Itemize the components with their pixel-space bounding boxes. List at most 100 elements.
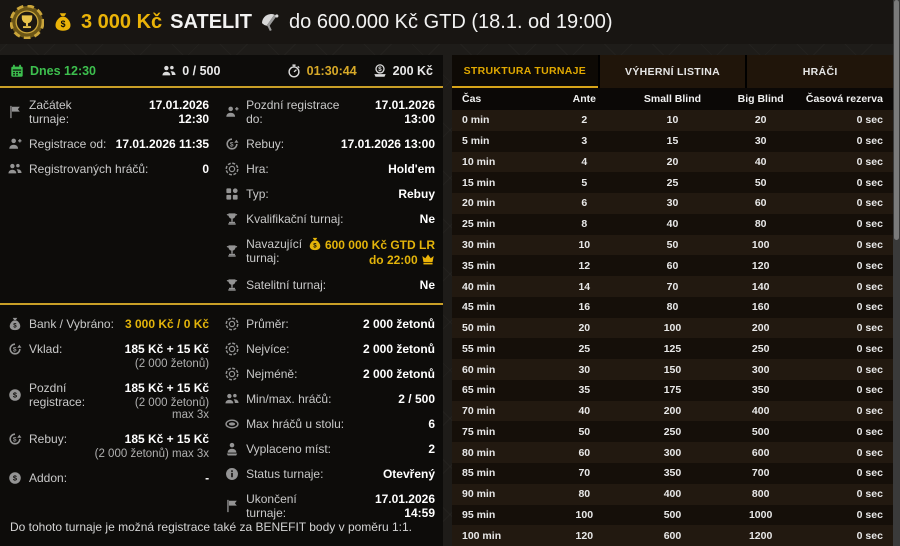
table-row: 25 min 8 40 80 0 sec	[452, 213, 893, 235]
table-cell: 40 min	[462, 280, 496, 293]
info-label: Hra:	[246, 162, 269, 176]
table-cell: 6	[581, 197, 588, 210]
table-row: 15 min 5 25 50 0 sec	[452, 172, 893, 194]
info-label: Vyplaceno míst:	[246, 442, 331, 456]
vertical-scrollbar[interactable]	[893, 0, 900, 546]
trophy-icon	[225, 278, 239, 292]
info-value: 6	[428, 417, 435, 431]
info-label: Typ:	[246, 187, 269, 201]
table-cell: 2	[581, 114, 588, 127]
info-row-game: Hra: Hold'em	[225, 156, 435, 181]
scrollbar-thumb[interactable]	[894, 0, 899, 240]
table-cell: 0 sec	[856, 425, 883, 438]
info-row-late-reg-until: Pozdní registrace do: 17.01.2026 13:00	[225, 92, 435, 131]
tab-structure[interactable]: STRUKTURA TURNAJE	[452, 55, 598, 88]
table-cell: 40	[754, 155, 767, 168]
user-icon	[225, 105, 239, 119]
info-row-min: Nejméně: 2 000 žetonů	[225, 361, 435, 386]
table-cell: 4	[581, 155, 588, 168]
info-row-rebuy-until: Rebuy: 17.01.2026 13:00	[225, 131, 435, 156]
info-value: 17.01.2026 12:30	[149, 98, 210, 126]
info-label: Navazující turnaj:	[246, 237, 303, 265]
table-cell: 60	[666, 259, 679, 272]
coin-icon	[8, 471, 22, 485]
coin-icon	[8, 388, 22, 402]
table-icon	[225, 417, 239, 431]
tab-bar: STRUKTURA TURNAJE VÝHERNÍ LISTINA HRÁČI	[452, 55, 894, 88]
summary-date: Dnes 12:30	[10, 64, 96, 78]
benefit-note: Do tohoto turnaje je možná registrace ta…	[10, 520, 412, 534]
table-cell: 0 sec	[856, 384, 883, 397]
info-label: Max hráčů u stolu:	[246, 417, 345, 431]
table-row: 60 min 30 150 300 0 sec	[452, 359, 893, 380]
table-cell: 25	[666, 176, 679, 189]
table-cell: 0 sec	[856, 446, 883, 459]
table-cell: 20	[666, 155, 679, 168]
table-cell: 95 min	[462, 508, 496, 521]
summary-timer: 01:30:44	[287, 63, 357, 78]
info-subvalue: (2 000 žetonů)	[134, 358, 210, 370]
info-label: Průměr:	[246, 317, 289, 331]
info-label: Satelitní turnaj:	[246, 278, 327, 292]
users-icon	[225, 392, 239, 406]
money-bag-icon	[8, 317, 22, 331]
table-cell: 20	[754, 114, 767, 127]
table-cell: 40	[666, 218, 679, 231]
table-cell: 60	[754, 197, 767, 210]
table-cell: 400	[663, 488, 682, 501]
table-cell: 10 min	[462, 155, 496, 168]
table-cell: 55 min	[462, 342, 496, 355]
info-label: Pozdní registrace do:	[246, 98, 340, 126]
table-row: 20 min 6 30 60 0 sec	[452, 193, 893, 214]
rebuy-icon	[8, 342, 22, 356]
table-cell: 100 min	[462, 529, 502, 542]
table-cell: 0 min	[462, 114, 490, 127]
registration-section: Začátek turnaje: 17.01.2026 12:30 Regist…	[0, 88, 443, 299]
table-cell: 20 min	[462, 197, 496, 210]
table-cell: 250	[751, 342, 770, 355]
info-row-table-max: Max hráčů u stolu: 6	[225, 411, 435, 436]
table-row: 95 min 100 500 1000 0 sec	[452, 504, 893, 526]
info-value: -	[205, 471, 210, 485]
tab-players[interactable]: HRÁČI	[747, 55, 894, 88]
table-cell: 40	[578, 405, 591, 418]
table-cell: 0 sec	[856, 259, 883, 272]
crown-icon	[421, 252, 435, 266]
table-cell: 600	[663, 529, 682, 542]
table-cell: 400	[751, 405, 770, 418]
info-label: Pozdní registrace:	[29, 381, 86, 409]
money-bag-icon	[308, 237, 322, 251]
info-value: Otevřený	[382, 467, 435, 481]
table-cell: 300	[751, 363, 770, 376]
table-cell: 0 sec	[856, 342, 883, 355]
table-cell: 0 sec	[856, 135, 883, 148]
table-cell: 10	[666, 114, 679, 127]
info-row-avg: Průměr: 2 000 žetonů	[225, 311, 435, 336]
page-title: 3 000 Kč SATELIT do 600.000 Kč GTD (18.1…	[53, 11, 613, 34]
table-cell: 0 sec	[856, 467, 883, 480]
table-cell: 1200	[748, 529, 773, 542]
title-rest: do 600.000 Kč GTD (18.1. od 19:00)	[289, 10, 613, 33]
table-cell: 0 sec	[856, 218, 883, 231]
info-value: Ne	[419, 278, 435, 292]
summary-date-value: Dnes 12:30	[30, 63, 97, 78]
gold-divider	[0, 303, 443, 305]
table-cell: 80	[578, 488, 591, 501]
column-header-big-blind: Big Blind	[737, 93, 784, 105]
bank-section: Bank / Vybráno: 3 000 Kč / 0 Kč Vklad: 1…	[0, 307, 443, 527]
info-value: 17.01.2026 13:00	[374, 98, 435, 126]
table-cell: 15 min	[462, 176, 496, 189]
table-cell: 80	[754, 218, 767, 231]
table-cell: 35 min	[462, 259, 496, 272]
info-row-start: Začátek turnaje: 17.01.2026 12:30	[8, 92, 209, 131]
table-cell: 80	[666, 301, 679, 314]
tab-payouts[interactable]: VÝHERNÍ LISTINA	[599, 55, 746, 88]
table-cell: 75 min	[462, 425, 496, 438]
table-cell: 14	[578, 280, 591, 293]
info-label: Kvalifikační turnaj:	[246, 212, 344, 226]
table-cell: 85 min	[462, 467, 496, 480]
table-cell: 500	[751, 425, 770, 438]
table-cell: 100	[663, 322, 682, 335]
table-cell: 700	[751, 467, 770, 480]
table-row: 75 min 50 250 500 0 sec	[452, 421, 893, 443]
